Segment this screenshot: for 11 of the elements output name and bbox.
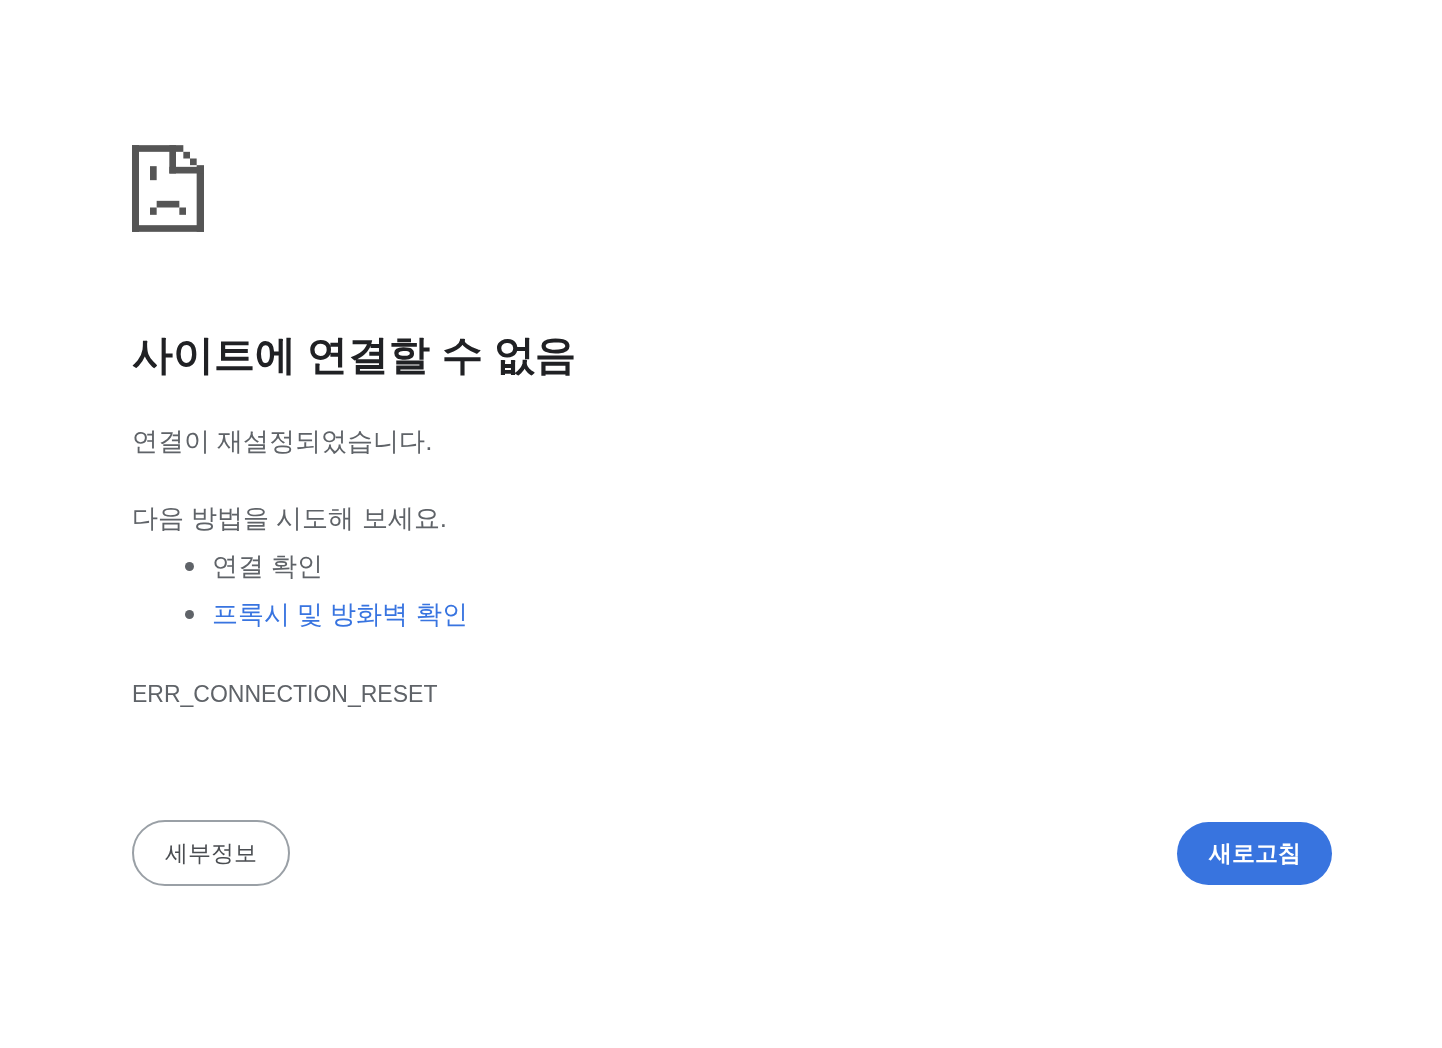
error-message: 연결이 재설정되었습니다.	[132, 425, 434, 458]
details-button[interactable]: 세부정보	[132, 820, 290, 886]
sad-document-icon	[132, 145, 204, 232]
error-code: ERR_CONNECTION_RESET	[132, 680, 439, 709]
bullet-icon	[185, 561, 194, 571]
bullet-icon	[185, 609, 194, 619]
error-heading: 사이트에 연결할 수 없음	[132, 331, 578, 379]
suggestion-link[interactable]: 프록시 및 방화벽 확인	[212, 596, 468, 632]
reload-button[interactable]: 새로고침	[1177, 821, 1332, 885]
suggestions-intro: 다음 방법을 시도해 보세요.	[132, 502, 448, 535]
suggestion-text: 연결 확인	[212, 549, 324, 583]
